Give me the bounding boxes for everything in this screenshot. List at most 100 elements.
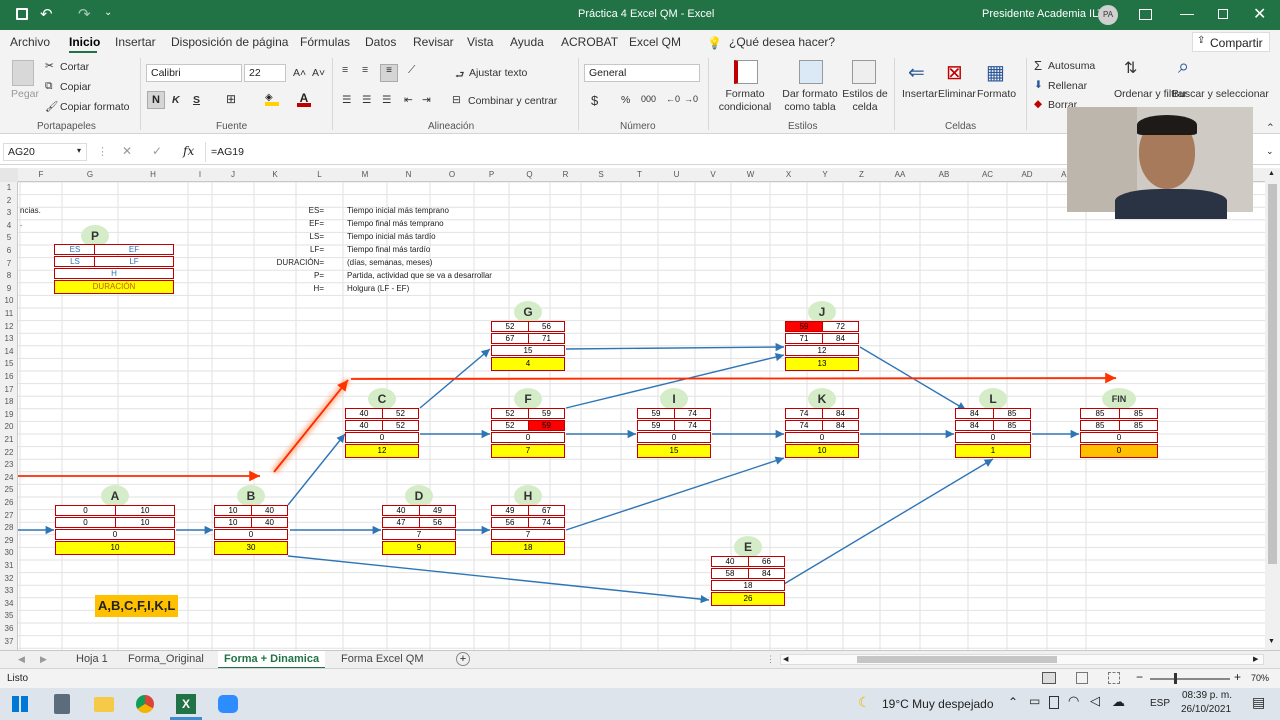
minimize-icon[interactable]: — — [1180, 5, 1194, 21]
node-h[interactable]: 0 — [214, 529, 288, 540]
node-lf[interactable]: 52 — [382, 420, 419, 431]
excel-app-icon[interactable]: X — [176, 694, 196, 714]
node-h[interactable]: 18 — [711, 580, 785, 591]
sheet-tab-forma-excel-qm[interactable]: Forma Excel QM — [335, 651, 430, 669]
node-lf[interactable]: 85 — [993, 420, 1031, 431]
node-lf[interactable]: 84 — [748, 568, 785, 579]
copy-icon[interactable]: ⧉ — [45, 80, 53, 93]
tab-archivo[interactable]: Archivo — [10, 35, 50, 49]
collapse-ribbon-icon[interactable]: ⌃ — [1266, 122, 1275, 134]
page-break-icon[interactable] — [1108, 672, 1120, 684]
onedrive-icon[interactable]: ☁ — [1112, 694, 1125, 710]
row-header[interactable]: 12 — [0, 322, 18, 331]
bold-button[interactable]: N — [147, 91, 165, 109]
row-header[interactable]: 19 — [0, 410, 18, 419]
column-header[interactable]: J — [212, 170, 254, 179]
node-dur[interactable]: 0 — [1080, 444, 1158, 458]
restore-icon[interactable] — [1218, 9, 1228, 19]
node-ls[interactable]: 47 — [382, 517, 420, 528]
insert-cells-icon[interactable]: ⇐ — [908, 60, 925, 85]
node-h[interactable]: 0 — [637, 432, 711, 443]
enter-icon[interactable]: ✓ — [152, 144, 162, 158]
row-header[interactable]: 18 — [0, 397, 18, 406]
row-header[interactable]: 21 — [0, 435, 18, 444]
node-es[interactable]: 40 — [382, 505, 420, 516]
column-header[interactable]: P — [474, 170, 509, 179]
battery-icon[interactable] — [1049, 696, 1059, 709]
node-es[interactable]: 52 — [491, 321, 529, 332]
column-header[interactable]: T — [621, 170, 658, 179]
thousands-icon[interactable]: 000 — [641, 94, 656, 104]
node-dur[interactable]: 30 — [214, 541, 288, 555]
column-header[interactable]: Y — [807, 170, 843, 179]
borders-icon[interactable]: ⊞ — [226, 92, 236, 106]
sort-filter-icon[interactable]: ⇅ — [1124, 58, 1137, 78]
format-cells-button[interactable]: Formato — [977, 88, 1016, 100]
node-h[interactable]: 0 — [55, 529, 175, 540]
node-h[interactable]: 0 — [345, 432, 419, 443]
column-header[interactable]: AB — [920, 170, 968, 179]
node-es[interactable]: 0 — [55, 505, 116, 516]
row-header[interactable]: 24 — [0, 473, 18, 482]
cell-styles-icon[interactable] — [852, 60, 876, 84]
node-dur[interactable]: 13 — [785, 357, 859, 371]
column-header[interactable]: V — [695, 170, 731, 179]
row-header[interactable]: 9 — [0, 284, 18, 293]
windows-start-icon[interactable] — [12, 696, 28, 712]
delete-cells-icon[interactable]: ⊠ — [946, 60, 963, 85]
row-header[interactable]: 5 — [0, 233, 18, 242]
merge-icon[interactable]: ⊟ — [452, 94, 461, 106]
column-header[interactable]: H — [118, 170, 188, 179]
column-header[interactable]: F — [20, 170, 62, 179]
fill-color-icon[interactable]: ◈ — [265, 92, 279, 106]
node-ef[interactable]: 72 — [822, 321, 859, 332]
node-ef[interactable]: 85 — [1119, 408, 1158, 419]
node-lf[interactable]: 71 — [528, 333, 565, 344]
node-es[interactable]: 84 — [955, 408, 994, 419]
worksheet-grid[interactable]: ncias. . P ES EF LS LF H DURACIÓN ES= Tie… — [18, 182, 1265, 650]
row-header[interactable]: 27 — [0, 511, 18, 520]
row-header[interactable]: 29 — [0, 536, 18, 545]
node-es[interactable]: 49 — [491, 505, 529, 516]
sheet-tab-forma-original[interactable]: Forma_Original — [122, 651, 210, 669]
format-table-icon[interactable] — [799, 60, 823, 84]
node-j[interactable]: 59 72 71 84 12 13 — [785, 321, 859, 373]
paste-icon[interactable] — [12, 60, 34, 86]
increase-indent-icon[interactable]: ⇥ — [422, 94, 431, 106]
font-color-icon[interactable]: A — [297, 91, 311, 107]
decrease-decimal-icon[interactable]: →0 — [684, 94, 698, 104]
row-header[interactable]: 37 — [0, 637, 18, 646]
insert-function-icon[interactable]: fx — [183, 144, 194, 158]
sheet-tab-hoja1[interactable]: Hoja 1 — [70, 651, 114, 669]
node-ls[interactable]: 52 — [491, 420, 529, 431]
row-header[interactable]: 17 — [0, 385, 18, 394]
column-header[interactable]: I — [188, 170, 212, 179]
node-h[interactable]: 12 — [785, 345, 859, 356]
node-dur[interactable]: 9 — [382, 541, 456, 555]
column-header[interactable]: R — [550, 170, 581, 179]
node-dur[interactable]: 1 — [955, 444, 1031, 458]
increase-decimal-icon[interactable]: ←0 — [666, 94, 680, 104]
calculator-app-icon[interactable] — [54, 694, 70, 714]
node-ls[interactable]: 84 — [955, 420, 994, 431]
name-box[interactable]: AG20 — [3, 143, 87, 161]
column-header[interactable]: K — [254, 170, 296, 179]
grow-font-icon[interactable]: A˄ — [293, 67, 306, 79]
zoom-thumb[interactable] — [1174, 673, 1177, 684]
zoom-in-icon[interactable]: + — [1234, 670, 1241, 684]
share-button[interactable]: ⇪ Compartir — [1192, 32, 1270, 52]
node-es[interactable]: 40 — [345, 408, 383, 419]
format-painter-button[interactable]: Copiar formato — [60, 101, 129, 113]
node-es[interactable]: 10 — [214, 505, 252, 516]
node-ef[interactable]: 74 — [674, 408, 711, 419]
wrap-text-button[interactable]: Ajustar texto — [469, 67, 527, 79]
avatar[interactable]: PA — [1098, 5, 1118, 25]
notifications-icon[interactable]: ▤ — [1252, 694, 1265, 711]
node-ls[interactable]: 85 — [1080, 420, 1120, 431]
select-all-corner[interactable] — [0, 168, 18, 182]
node-es[interactable]: 59 — [785, 321, 823, 332]
node-ls[interactable]: 74 — [785, 420, 823, 431]
tab-disposicion[interactable]: Disposición de página — [171, 35, 288, 49]
tray-chevron-icon[interactable]: ⌃ — [1008, 695, 1018, 709]
h-scroll-thumb[interactable] — [857, 656, 1057, 663]
